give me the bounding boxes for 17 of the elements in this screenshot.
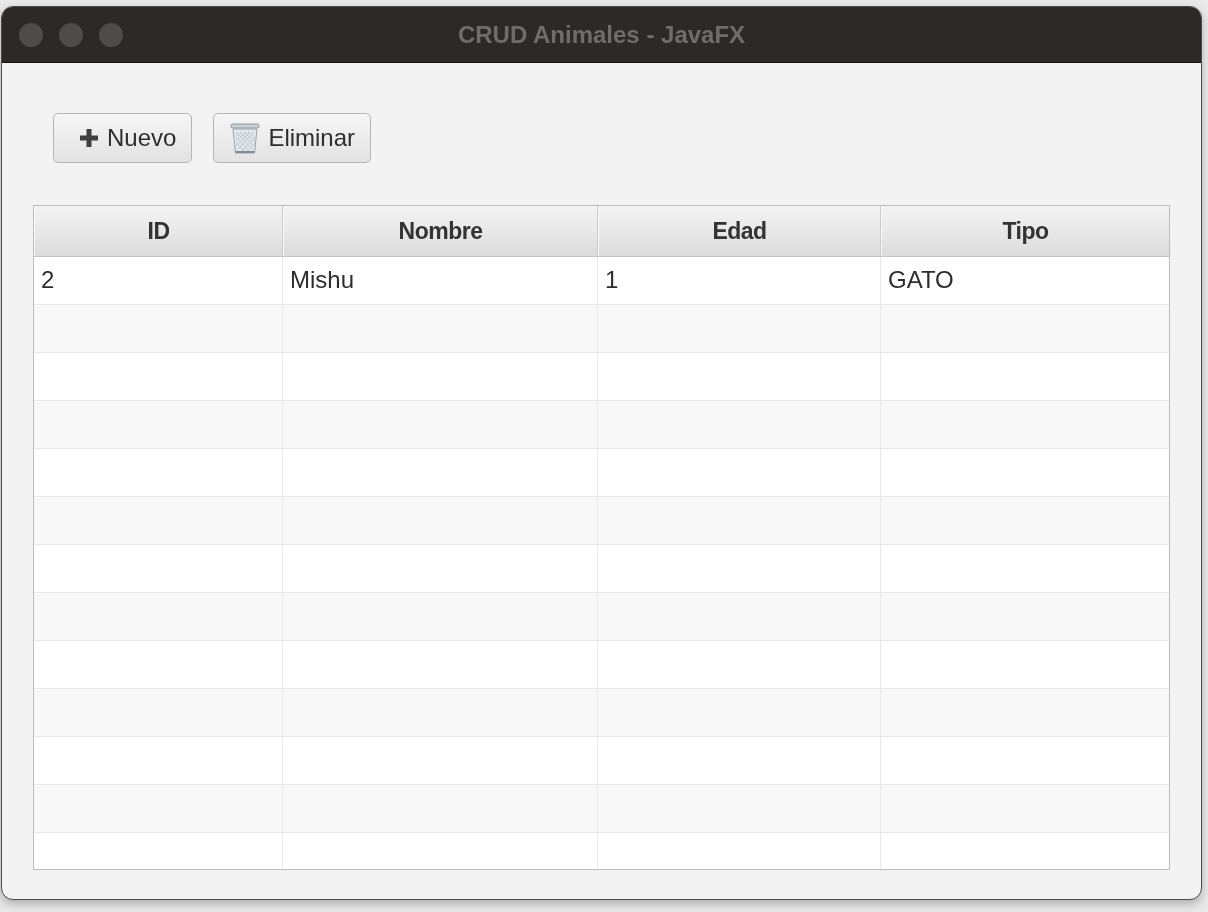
window-title: CRUD Animales - JavaFX (457, 20, 746, 49)
column-header[interactable]: Tipo (881, 206, 1169, 256)
column-header[interactable]: Edad (598, 206, 881, 256)
trash-icon (230, 122, 261, 154)
window-minimize-icon[interactable] (59, 22, 83, 47)
window-zoom-icon[interactable] (99, 22, 123, 47)
table-cell: 2 (34, 257, 283, 304)
table-cell-text: GATO (887, 265, 955, 295)
table-cell: 1 (598, 257, 881, 304)
delete-button[interactable]: Eliminar (213, 113, 372, 163)
table-cell: Mishu (283, 257, 598, 304)
add-button[interactable]: Nuevo (53, 113, 193, 163)
table-row[interactable]: 2 Mishu 1 GATO (34, 257, 1169, 305)
window-close-icon[interactable] (19, 22, 43, 47)
plus-icon (79, 128, 99, 148)
column-header[interactable]: Nombre (283, 206, 598, 256)
column-header[interactable]: ID (34, 206, 283, 256)
